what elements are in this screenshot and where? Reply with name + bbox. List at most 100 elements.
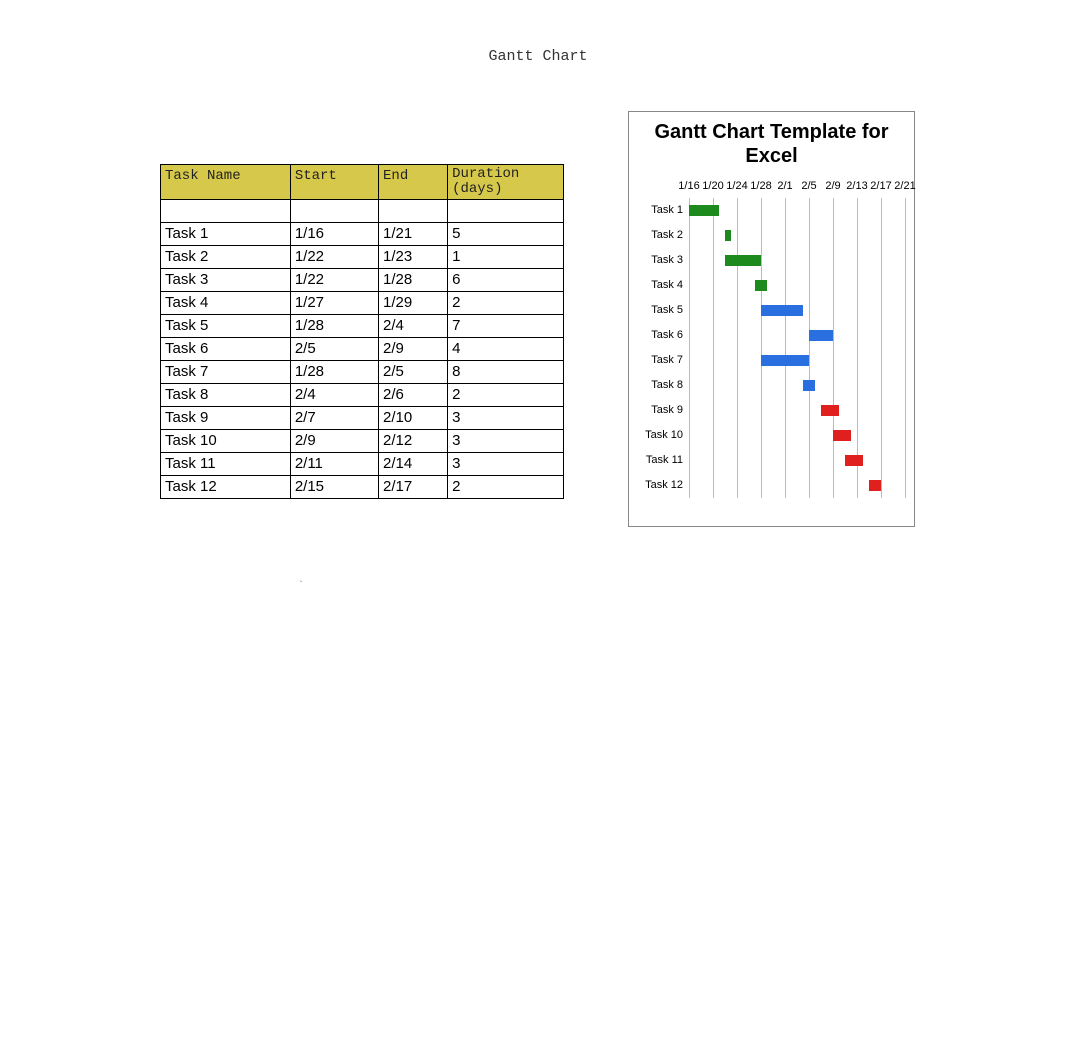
header-start: Start bbox=[290, 165, 378, 200]
x-tick-label: 1/28 bbox=[750, 180, 771, 192]
table-header-row: Task Name Start End Duration (days) bbox=[161, 165, 564, 200]
table-row: Task 21/221/231 bbox=[161, 246, 564, 269]
cell-name: Task 5 bbox=[161, 315, 291, 338]
x-tick-label: 1/20 bbox=[702, 180, 723, 192]
cell-start: 2/4 bbox=[290, 384, 378, 407]
cell-start: 2/5 bbox=[290, 338, 378, 361]
cell-start: 1/27 bbox=[290, 292, 378, 315]
y-tick-label: Task 11 bbox=[646, 448, 683, 473]
x-axis: 1/161/201/241/282/12/52/92/132/172/21 bbox=[689, 180, 905, 196]
gantt-bar bbox=[689, 205, 719, 216]
table-row: Task 71/282/58 bbox=[161, 361, 564, 384]
chart-row: Task 11 bbox=[689, 448, 905, 473]
x-tick-label: 1/16 bbox=[678, 180, 699, 192]
y-tick-label: Task 3 bbox=[651, 248, 683, 273]
header-end: End bbox=[379, 165, 448, 200]
cell-duration: 8 bbox=[448, 361, 564, 384]
cell-start: 1/16 bbox=[290, 223, 378, 246]
cell-duration: 3 bbox=[448, 430, 564, 453]
y-tick-label: Task 5 bbox=[651, 298, 683, 323]
chart-row: Task 6 bbox=[689, 323, 905, 348]
cell-end: 1/21 bbox=[379, 223, 448, 246]
cell-name: Task 3 bbox=[161, 269, 291, 292]
x-tick-label: 2/21 bbox=[894, 180, 915, 192]
cell-duration: 7 bbox=[448, 315, 564, 338]
gridline bbox=[905, 198, 906, 498]
x-tick-label: 1/24 bbox=[726, 180, 747, 192]
gantt-bar bbox=[725, 230, 731, 241]
cell-end: 1/29 bbox=[379, 292, 448, 315]
y-tick-label: Task 4 bbox=[651, 273, 683, 298]
cell-end: 2/9 bbox=[379, 338, 448, 361]
gantt-bar bbox=[761, 355, 809, 366]
gantt-bar bbox=[755, 280, 767, 291]
cell-duration: 4 bbox=[448, 338, 564, 361]
table-row: Task 41/271/292 bbox=[161, 292, 564, 315]
cell-name: Task 1 bbox=[161, 223, 291, 246]
chart-row: Task 5 bbox=[689, 298, 905, 323]
x-tick-label: 2/17 bbox=[870, 180, 891, 192]
y-tick-label: Task 6 bbox=[651, 323, 683, 348]
table-row: Task 62/52/94 bbox=[161, 338, 564, 361]
gantt-bar bbox=[821, 405, 839, 416]
cell-duration: 2 bbox=[448, 476, 564, 499]
chart-row: Task 4 bbox=[689, 273, 905, 298]
y-tick-label: Task 9 bbox=[651, 398, 683, 423]
gantt-bar bbox=[725, 255, 761, 266]
cell-name: Task 9 bbox=[161, 407, 291, 430]
table-row: Task 51/282/47 bbox=[161, 315, 564, 338]
chart-row: Task 12 bbox=[689, 473, 905, 498]
x-tick-label: 2/9 bbox=[825, 180, 840, 192]
cell-start: 2/11 bbox=[290, 453, 378, 476]
cell-name: Task 12 bbox=[161, 476, 291, 499]
cell-start: 2/7 bbox=[290, 407, 378, 430]
gantt-bar bbox=[833, 430, 851, 441]
stray-backtick: ` bbox=[298, 581, 304, 592]
y-tick-label: Task 12 bbox=[645, 473, 683, 498]
cell-name: Task 8 bbox=[161, 384, 291, 407]
chart-row: Task 3 bbox=[689, 248, 905, 273]
x-tick-label: 2/1 bbox=[777, 180, 792, 192]
table-row: Task 11/161/215 bbox=[161, 223, 564, 246]
chart-row: Task 2 bbox=[689, 223, 905, 248]
header-duration: Duration (days) bbox=[448, 165, 564, 200]
gantt-chart: Gantt Chart Template for Excel 1/161/201… bbox=[628, 111, 915, 527]
table-row: Task 31/221/286 bbox=[161, 269, 564, 292]
cell-end: 2/6 bbox=[379, 384, 448, 407]
chart-row: Task 10 bbox=[689, 423, 905, 448]
chart-row: Task 1 bbox=[689, 198, 905, 223]
cell-start: 2/15 bbox=[290, 476, 378, 499]
chart-row: Task 9 bbox=[689, 398, 905, 423]
cell-duration: 3 bbox=[448, 407, 564, 430]
table-row: Task 112/112/143 bbox=[161, 453, 564, 476]
cell-end: 1/28 bbox=[379, 269, 448, 292]
y-tick-label: Task 8 bbox=[651, 373, 683, 398]
cell-name: Task 10 bbox=[161, 430, 291, 453]
chart-row: Task 8 bbox=[689, 373, 905, 398]
cell-name: Task 7 bbox=[161, 361, 291, 384]
cell-end: 1/23 bbox=[379, 246, 448, 269]
table-row: Task 102/92/123 bbox=[161, 430, 564, 453]
table-row-empty bbox=[161, 200, 564, 223]
gantt-bar bbox=[803, 380, 815, 391]
cell-start: 1/22 bbox=[290, 246, 378, 269]
task-table: Task Name Start End Duration (days) Task… bbox=[160, 164, 564, 499]
y-tick-label: Task 7 bbox=[651, 348, 683, 373]
table-row: Task 92/72/103 bbox=[161, 407, 564, 430]
header-task-name: Task Name bbox=[161, 165, 291, 200]
chart-plot-area: Task 1Task 2Task 3Task 4Task 5Task 6Task… bbox=[689, 198, 905, 498]
cell-end: 2/12 bbox=[379, 430, 448, 453]
cell-name: Task 6 bbox=[161, 338, 291, 361]
cell-end: 2/5 bbox=[379, 361, 448, 384]
cell-duration: 2 bbox=[448, 384, 564, 407]
gantt-bar bbox=[869, 480, 881, 491]
table-body: Task 11/161/215Task 21/221/231Task 31/22… bbox=[161, 200, 564, 499]
page: Gantt Chart Task Name Start End Duration… bbox=[0, 0, 1076, 1046]
cell-start: 1/22 bbox=[290, 269, 378, 292]
gantt-bar bbox=[845, 455, 863, 466]
cell-duration: 2 bbox=[448, 292, 564, 315]
cell-start: 1/28 bbox=[290, 361, 378, 384]
cell-name: Task 2 bbox=[161, 246, 291, 269]
chart-row: Task 7 bbox=[689, 348, 905, 373]
cell-duration: 6 bbox=[448, 269, 564, 292]
